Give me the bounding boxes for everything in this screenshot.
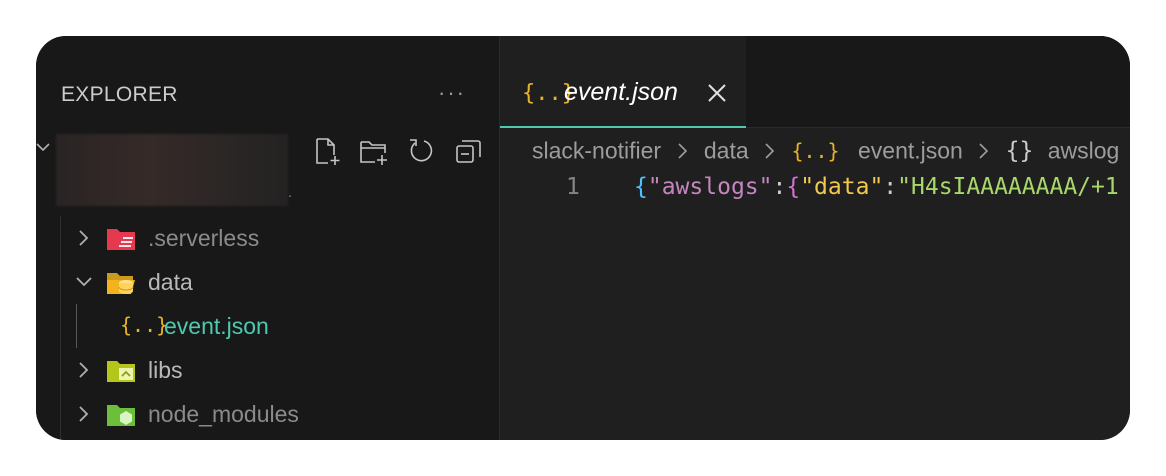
chevron-right-icon — [765, 143, 775, 159]
chevron-right-icon — [79, 362, 89, 378]
chevron-right-icon — [979, 143, 989, 159]
tree-item-label: .serverless — [148, 225, 260, 251]
tab-label: event.json — [564, 78, 678, 106]
tree-item-event-json[interactable]: {..} event.json — [36, 307, 499, 347]
chevron-down-icon[interactable] — [36, 140, 50, 154]
tab-bar-border — [746, 127, 1130, 128]
json-icon: {..} — [120, 313, 169, 337]
folder-database-open-icon — [107, 273, 135, 294]
new-folder-icon[interactable] — [358, 136, 388, 166]
code-key: "awslogs" — [647, 174, 773, 200]
collapse-all-icon[interactable] — [454, 136, 484, 166]
close-icon[interactable] — [706, 82, 728, 104]
tree-item-serverless[interactable]: .serverless — [36, 219, 499, 259]
object-icon: {} — [1005, 137, 1034, 164]
line-number: 1 — [566, 174, 580, 200]
chevron-down-icon — [76, 277, 92, 287]
tree-item-libs[interactable]: libs — [36, 351, 499, 391]
folder-serverless-icon — [107, 229, 135, 250]
tab-event-json[interactable]: {..} event.json — [500, 36, 746, 128]
breadcrumb: slack-notifier data {..} event.json {} a… — [532, 136, 1119, 168]
editor-window: EXPLORER ··· . .serverless data {..} eve… — [36, 36, 1130, 440]
breadcrumb-item[interactable]: awslog — [1048, 137, 1120, 163]
tree-item-label: libs — [148, 357, 183, 383]
folder-lib-icon — [107, 361, 135, 382]
chevron-right-icon — [677, 143, 687, 159]
code-brace: { — [786, 174, 801, 200]
tree-item-label: data — [148, 269, 193, 295]
breadcrumb-item[interactable]: slack-notifier — [532, 137, 661, 163]
redacted-workspace-name[interactable] — [56, 134, 288, 206]
breadcrumb-item[interactable]: event.json — [858, 137, 963, 163]
folder-node-icon — [107, 405, 135, 426]
editor-area: {..} event.json slack-notifier data {..}… — [500, 36, 1130, 440]
code-line[interactable]: {"awslogs":{"data":"H4sIAAAAAAAA/+1 — [634, 174, 1119, 200]
code-colon: : — [772, 174, 787, 200]
code-string: "H4sIAAAAAAAA/+1 — [897, 174, 1119, 200]
code-key: "data" — [800, 174, 884, 200]
json-icon: {..} — [791, 138, 840, 163]
more-actions-icon[interactable]: ··· — [438, 80, 466, 106]
tree-item-label: node_modules — [148, 401, 299, 427]
refresh-icon[interactable] — [406, 136, 436, 166]
tree-item-data[interactable]: data — [36, 263, 499, 303]
code-colon: : — [883, 174, 898, 200]
tree-item-label: event.json — [164, 313, 269, 339]
new-file-icon[interactable] — [312, 136, 342, 166]
tab-bar — [746, 36, 1130, 128]
redacted-dot: . — [288, 184, 292, 200]
tree-item-node-modules[interactable]: node_modules — [36, 395, 499, 435]
chevron-right-icon — [79, 230, 89, 246]
explorer-sidebar: EXPLORER ··· . .serverless data {..} eve… — [36, 36, 500, 440]
explorer-title: EXPLORER — [61, 83, 178, 106]
code-brace: { — [634, 174, 648, 200]
chevron-right-icon — [79, 406, 89, 422]
breadcrumb-item[interactable]: data — [704, 137, 749, 163]
